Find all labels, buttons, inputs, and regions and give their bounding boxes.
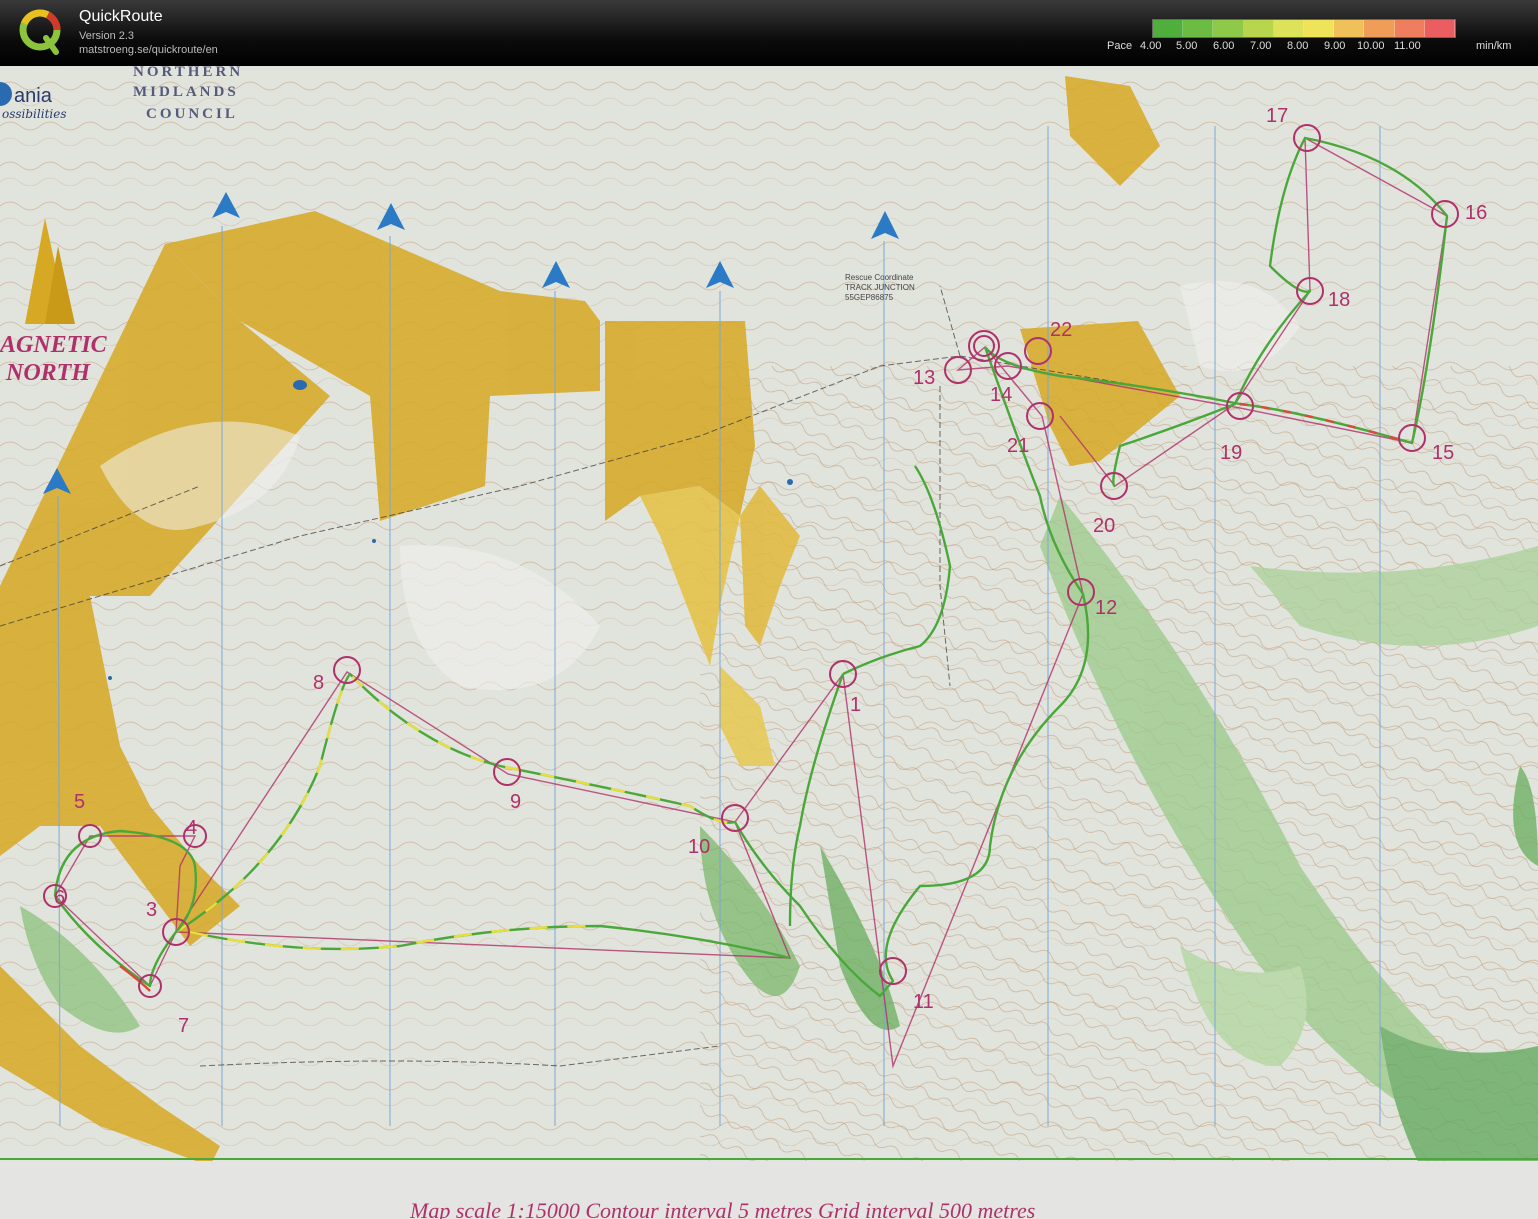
control-label: 9 (510, 791, 521, 813)
pace-tick-label: 10.00 (1357, 40, 1385, 52)
pace-label: Pace (1107, 40, 1133, 52)
pace-tick-label: 5.00 (1176, 40, 1198, 52)
control-label: 19 (1220, 442, 1242, 464)
council-line: NORTHERN (133, 66, 243, 80)
control-label: 22 (1050, 319, 1072, 341)
magnetic-north-line: NORTH (5, 360, 91, 386)
pace-color-segment (1183, 20, 1214, 37)
control-label: 8 (313, 672, 324, 694)
control-label: 16 (1465, 202, 1487, 224)
pace-tick-label: 4.00 (1140, 40, 1162, 52)
control-label: 17 (1266, 105, 1288, 127)
control-label: 15 (1432, 442, 1454, 464)
control-label: 7 (178, 1015, 189, 1037)
control-label: 3 (146, 899, 157, 921)
council-title: NORTHERN MIDLANDS COUNCIL (133, 66, 243, 122)
app-title: QuickRoute (79, 8, 163, 25)
council-line: COUNCIL (146, 106, 238, 122)
control-label: 5 (74, 791, 85, 813)
control-label: 4 (186, 817, 197, 839)
control-label: 10 (688, 836, 710, 858)
control-label: 14 (990, 384, 1012, 406)
pace-color-segment (1243, 20, 1274, 37)
pace-tick-label: 6.00 (1213, 40, 1235, 52)
pace-color-segment (1304, 20, 1335, 37)
pace-color-segment (1394, 20, 1425, 37)
control-label: 21 (1007, 435, 1029, 457)
control-label: 13 (913, 367, 935, 389)
council-line: MIDLANDS (133, 84, 239, 100)
rescue-line: TRACK JUNCTION (845, 283, 915, 292)
pace-color-segment (1213, 20, 1244, 37)
control-label: 6 (54, 887, 65, 909)
orienteering-map[interactable]: 1 3 4 5 6 7 8 9 10 11 12 13 14 15 16 17 … (0, 66, 1538, 1219)
pace-tick-label: 9.00 (1324, 40, 1346, 52)
pace-color-segment (1334, 20, 1365, 37)
control-label: 1 (850, 694, 861, 716)
pace-tick-label: 8.00 (1287, 40, 1309, 52)
sponsor-tagline: ossibilities (2, 107, 67, 121)
quickroute-logo-icon (19, 9, 61, 55)
app-version: Version 2.3 (79, 30, 135, 42)
pace-color-segment (1153, 20, 1184, 37)
pace-tick-label: 7.00 (1250, 40, 1272, 52)
control-label: 12 (1095, 597, 1117, 619)
pace-tick-label: 11.00 (1394, 40, 1421, 52)
control-label: 20 (1093, 515, 1115, 537)
magnetic-north-line: AGNETIC (0, 332, 108, 358)
pace-color-segment (1424, 20, 1456, 37)
sponsor-name: ania (14, 85, 53, 107)
app-url-link[interactable]: matstroeng.se/quickroute/en (79, 44, 218, 56)
pace-color-segment (1364, 20, 1395, 37)
rescue-line: 55GEP86875 (845, 293, 894, 302)
pace-color-segment (1273, 20, 1305, 37)
control-label: 11 (913, 991, 934, 1013)
map-footer-note: Map scale 1:15000 Contour interval 5 met… (409, 1198, 1035, 1219)
pace-color-scale (1152, 19, 1456, 38)
map-canvas: 1 3 4 5 6 7 8 9 10 11 12 13 14 15 16 17 … (0, 66, 1538, 1219)
app-header: QuickRoute Version 2.3 matstroeng.se/qui… (0, 0, 1538, 67)
control-label: 18 (1328, 289, 1350, 311)
rescue-line: Rescue Coordinate (845, 273, 914, 282)
pace-unit: min/km (1476, 40, 1512, 52)
